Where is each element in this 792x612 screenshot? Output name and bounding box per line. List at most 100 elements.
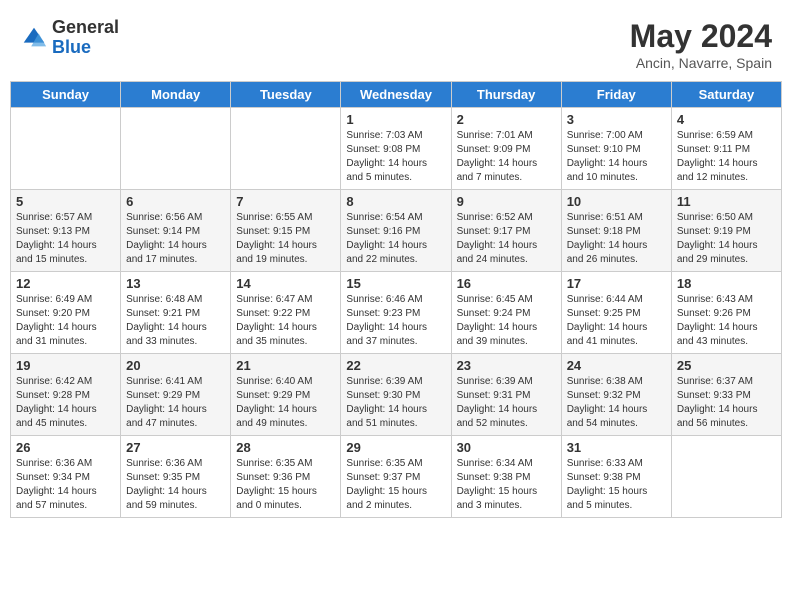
calendar-cell: 3 Sunrise: 7:00 AM Sunset: 9:10 PM Daylig… xyxy=(561,108,671,190)
day-number: 10 xyxy=(567,194,666,209)
day-info: Sunrise: 6:35 AM Sunset: 9:37 PM Dayligh… xyxy=(346,457,445,513)
weekday-header-friday: Friday xyxy=(561,82,671,108)
day-number: 3 xyxy=(567,112,666,127)
day-number: 22 xyxy=(346,358,445,373)
day-number: 12 xyxy=(16,276,115,291)
calendar-table: SundayMondayTuesdayWednesdayThursdayFrid… xyxy=(10,81,782,518)
calendar-cell xyxy=(231,108,341,190)
calendar-cell: 10 Sunrise: 6:51 AM Sunset: 9:18 PM Dayli… xyxy=(561,190,671,272)
day-info: Sunrise: 6:48 AM Sunset: 9:21 PM Dayligh… xyxy=(126,293,225,349)
day-info: Sunrise: 6:52 AM Sunset: 9:17 PM Dayligh… xyxy=(457,211,556,267)
calendar-cell: 20 Sunrise: 6:41 AM Sunset: 9:29 PM Dayli… xyxy=(121,354,231,436)
day-number: 6 xyxy=(126,194,225,209)
day-info: Sunrise: 6:35 AM Sunset: 9:36 PM Dayligh… xyxy=(236,457,335,513)
calendar-cell: 9 Sunrise: 6:52 AM Sunset: 9:17 PM Daylig… xyxy=(451,190,561,272)
weekday-header-wednesday: Wednesday xyxy=(341,82,451,108)
calendar-week-row: 26 Sunrise: 6:36 AM Sunset: 9:34 PM Dayli… xyxy=(11,436,782,518)
day-info: Sunrise: 6:43 AM Sunset: 9:26 PM Dayligh… xyxy=(677,293,776,349)
calendar-cell: 19 Sunrise: 6:42 AM Sunset: 9:28 PM Dayli… xyxy=(11,354,121,436)
day-info: Sunrise: 6:57 AM Sunset: 9:13 PM Dayligh… xyxy=(16,211,115,267)
day-info: Sunrise: 6:55 AM Sunset: 9:15 PM Dayligh… xyxy=(236,211,335,267)
calendar-week-row: 19 Sunrise: 6:42 AM Sunset: 9:28 PM Dayli… xyxy=(11,354,782,436)
location-subtitle: Ancin, Navarre, Spain xyxy=(630,55,772,71)
calendar-cell: 25 Sunrise: 6:37 AM Sunset: 9:33 PM Dayli… xyxy=(671,354,781,436)
day-number: 20 xyxy=(126,358,225,373)
calendar-cell: 14 Sunrise: 6:47 AM Sunset: 9:22 PM Dayli… xyxy=(231,272,341,354)
logo-general-text: General xyxy=(52,18,119,38)
day-info: Sunrise: 6:36 AM Sunset: 9:34 PM Dayligh… xyxy=(16,457,115,513)
day-number: 17 xyxy=(567,276,666,291)
calendar-cell: 6 Sunrise: 6:56 AM Sunset: 9:14 PM Daylig… xyxy=(121,190,231,272)
day-number: 25 xyxy=(677,358,776,373)
day-number: 4 xyxy=(677,112,776,127)
day-number: 19 xyxy=(16,358,115,373)
day-number: 9 xyxy=(457,194,556,209)
weekday-header-saturday: Saturday xyxy=(671,82,781,108)
day-number: 21 xyxy=(236,358,335,373)
day-number: 29 xyxy=(346,440,445,455)
weekday-header-tuesday: Tuesday xyxy=(231,82,341,108)
calendar-cell: 8Sunrise: 6:54 AM Sunset: 9:16 PM Daylig… xyxy=(341,190,451,272)
day-info: Sunrise: 6:45 AM Sunset: 9:24 PM Dayligh… xyxy=(457,293,556,349)
calendar-cell: 15 Sunrise: 6:46 AM Sunset: 9:23 PM Dayli… xyxy=(341,272,451,354)
calendar-cell: 21 Sunrise: 6:40 AM Sunset: 9:29 PM Dayli… xyxy=(231,354,341,436)
day-number: 26 xyxy=(16,440,115,455)
calendar-cell xyxy=(671,436,781,518)
day-info: Sunrise: 6:40 AM Sunset: 9:29 PM Dayligh… xyxy=(236,375,335,431)
title-block: May 2024 Ancin, Navarre, Spain xyxy=(630,18,772,71)
day-info: Sunrise: 6:47 AM Sunset: 9:22 PM Dayligh… xyxy=(236,293,335,349)
day-info: Sunrise: 6:39 AM Sunset: 9:31 PM Dayligh… xyxy=(457,375,556,431)
calendar-cell: 22 Sunrise: 6:39 AM Sunset: 9:30 PM Dayli… xyxy=(341,354,451,436)
day-number: 14 xyxy=(236,276,335,291)
day-info: Sunrise: 6:37 AM Sunset: 9:33 PM Dayligh… xyxy=(677,375,776,431)
calendar-week-row: 1Sunrise: 7:03 AM Sunset: 9:08 PM Daylig… xyxy=(11,108,782,190)
day-number: 27 xyxy=(126,440,225,455)
weekday-header-sunday: Sunday xyxy=(11,82,121,108)
day-number: 11 xyxy=(677,194,776,209)
day-info: Sunrise: 6:59 AM Sunset: 9:11 PM Dayligh… xyxy=(677,129,776,185)
day-info: Sunrise: 6:34 AM Sunset: 9:38 PM Dayligh… xyxy=(457,457,556,513)
day-info: Sunrise: 6:46 AM Sunset: 9:23 PM Dayligh… xyxy=(346,293,445,349)
calendar-cell xyxy=(11,108,121,190)
day-info: Sunrise: 6:54 AM Sunset: 9:16 PM Dayligh… xyxy=(346,211,445,267)
weekday-header-thursday: Thursday xyxy=(451,82,561,108)
logo-blue-text: Blue xyxy=(52,38,119,58)
calendar-cell: 31Sunrise: 6:33 AM Sunset: 9:38 PM Dayli… xyxy=(561,436,671,518)
day-info: Sunrise: 6:41 AM Sunset: 9:29 PM Dayligh… xyxy=(126,375,225,431)
month-year-title: May 2024 xyxy=(630,18,772,55)
day-number: 2 xyxy=(457,112,556,127)
day-info: Sunrise: 7:00 AM Sunset: 9:10 PM Dayligh… xyxy=(567,129,666,185)
calendar-cell: 18 Sunrise: 6:43 AM Sunset: 9:26 PM Dayli… xyxy=(671,272,781,354)
logo-text: General Blue xyxy=(52,18,119,58)
calendar-cell: 24Sunrise: 6:38 AM Sunset: 9:32 PM Dayli… xyxy=(561,354,671,436)
day-number: 16 xyxy=(457,276,556,291)
day-info: Sunrise: 6:50 AM Sunset: 9:19 PM Dayligh… xyxy=(677,211,776,267)
calendar-cell: 7Sunrise: 6:55 AM Sunset: 9:15 PM Daylig… xyxy=(231,190,341,272)
day-info: Sunrise: 6:51 AM Sunset: 9:18 PM Dayligh… xyxy=(567,211,666,267)
day-number: 30 xyxy=(457,440,556,455)
calendar-cell: 28Sunrise: 6:35 AM Sunset: 9:36 PM Dayli… xyxy=(231,436,341,518)
day-info: Sunrise: 7:03 AM Sunset: 9:08 PM Dayligh… xyxy=(346,129,445,185)
day-info: Sunrise: 6:42 AM Sunset: 9:28 PM Dayligh… xyxy=(16,375,115,431)
calendar-cell: 11 Sunrise: 6:50 AM Sunset: 9:19 PM Dayli… xyxy=(671,190,781,272)
day-number: 24 xyxy=(567,358,666,373)
day-number: 13 xyxy=(126,276,225,291)
day-info: Sunrise: 6:39 AM Sunset: 9:30 PM Dayligh… xyxy=(346,375,445,431)
calendar-cell xyxy=(121,108,231,190)
logo: General Blue xyxy=(20,18,119,58)
day-number: 15 xyxy=(346,276,445,291)
calendar-cell: 13 Sunrise: 6:48 AM Sunset: 9:21 PM Dayli… xyxy=(121,272,231,354)
calendar-cell: 17Sunrise: 6:44 AM Sunset: 9:25 PM Dayli… xyxy=(561,272,671,354)
calendar-cell: 5Sunrise: 6:57 AM Sunset: 9:13 PM Daylig… xyxy=(11,190,121,272)
day-info: Sunrise: 6:56 AM Sunset: 9:14 PM Dayligh… xyxy=(126,211,225,267)
calendar-cell: 4 Sunrise: 6:59 AM Sunset: 9:11 PM Daylig… xyxy=(671,108,781,190)
calendar-week-row: 12Sunrise: 6:49 AM Sunset: 9:20 PM Dayli… xyxy=(11,272,782,354)
calendar-cell: 12Sunrise: 6:49 AM Sunset: 9:20 PM Dayli… xyxy=(11,272,121,354)
calendar-cell: 30 Sunrise: 6:34 AM Sunset: 9:38 PM Dayli… xyxy=(451,436,561,518)
calendar-cell: 26 Sunrise: 6:36 AM Sunset: 9:34 PM Dayli… xyxy=(11,436,121,518)
calendar-cell: 29 Sunrise: 6:35 AM Sunset: 9:37 PM Dayli… xyxy=(341,436,451,518)
calendar-cell: 2Sunrise: 7:01 AM Sunset: 9:09 PM Daylig… xyxy=(451,108,561,190)
weekday-header-row: SundayMondayTuesdayWednesdayThursdayFrid… xyxy=(11,82,782,108)
day-number: 18 xyxy=(677,276,776,291)
calendar-week-row: 5Sunrise: 6:57 AM Sunset: 9:13 PM Daylig… xyxy=(11,190,782,272)
